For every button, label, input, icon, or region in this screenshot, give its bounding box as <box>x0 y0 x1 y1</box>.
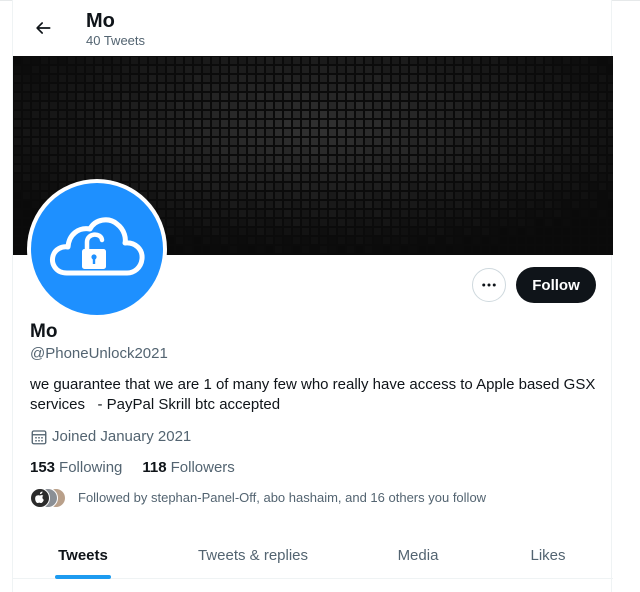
follower-avatar <box>30 488 50 508</box>
profile-handle: @PhoneUnlock2021 <box>30 345 168 362</box>
tab-label: Likes <box>530 546 566 564</box>
joined-date: Joined January 2021 <box>30 427 191 447</box>
followed-by-text: Followed by stephan-Panel-Off, abo hasha… <box>78 490 487 505</box>
followers-count: 118 <box>142 459 167 476</box>
more-horizontal-icon <box>480 276 498 294</box>
back-button[interactable] <box>29 14 57 42</box>
following-link[interactable]: 153 Following <box>30 458 122 478</box>
arrow-left-icon <box>33 18 53 38</box>
tab-label: Tweets <box>58 546 108 564</box>
followers-link[interactable]: 118 Followers <box>142 458 234 478</box>
tab-tweets[interactable]: Tweets <box>13 531 153 579</box>
followers-label: Followers <box>170 459 235 476</box>
profile-bio: we guarantee that we are 1 of many few w… <box>30 376 600 413</box>
profile-column: Mo 40 Tweets Follow Mo @PhoneUnlock2021 … <box>12 0 613 592</box>
header-title: Mo <box>86 10 115 32</box>
profile-tabs: Tweets Tweets & replies Media Likes <box>13 531 613 579</box>
following-count: 153 <box>30 459 56 476</box>
profile-header: Mo 40 Tweets <box>13 0 613 56</box>
tweet-count: 40 Tweets <box>86 33 146 48</box>
followed-by-link[interactable]: Followed by stephan-Panel-Off, abo hasha… <box>30 488 486 508</box>
following-label: Following <box>59 459 123 476</box>
active-tab-indicator <box>55 575 111 579</box>
tab-tweets-replies[interactable]: Tweets & replies <box>153 531 353 579</box>
tab-label: Tweets & replies <box>197 546 309 564</box>
tab-likes[interactable]: Likes <box>483 531 613 579</box>
tab-label: Media <box>397 546 439 564</box>
profile-name: Mo <box>30 321 58 342</box>
calendar-icon <box>30 428 48 446</box>
follower-avatars <box>30 488 70 508</box>
follow-button[interactable]: Follow <box>516 267 596 303</box>
profile-avatar[interactable] <box>27 179 167 319</box>
avatar-image <box>31 183 163 315</box>
more-options-button[interactable] <box>472 268 506 302</box>
follow-stats: 153 Following 118 Followers <box>30 458 255 478</box>
joined-label: Joined January 2021 <box>52 428 192 445</box>
tab-media[interactable]: Media <box>353 531 483 579</box>
